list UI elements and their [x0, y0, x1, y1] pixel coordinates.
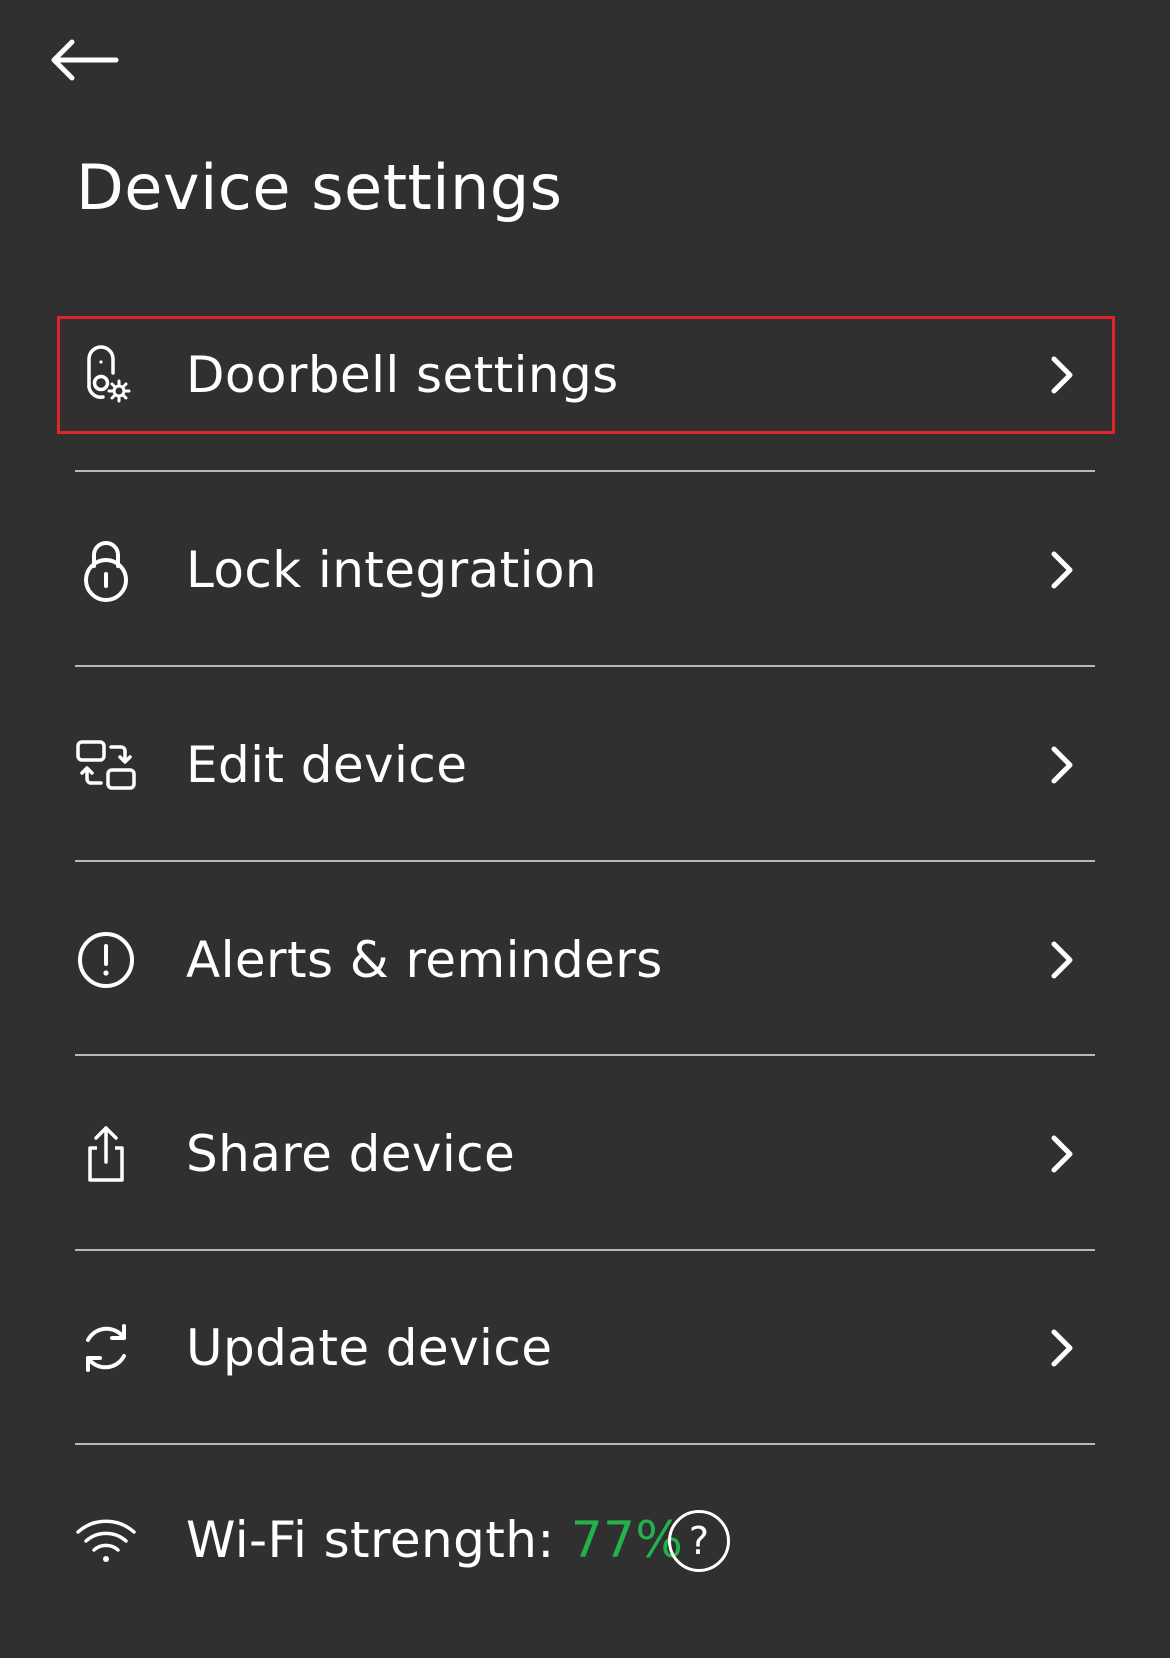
swap-devices-icon	[74, 733, 138, 797]
menu-item-update-device[interactable]: Update device	[74, 1288, 1096, 1408]
page-title: Device settings	[76, 151, 563, 224]
device-settings-page: Device settings Doorbell settings Lock i…	[0, 0, 1170, 1658]
wifi-strength-text: Wi-Fi strength: 77%	[186, 1510, 683, 1570]
help-button[interactable]: ?	[668, 1510, 730, 1572]
menu-item-doorbell-settings[interactable]: Doorbell settings	[74, 315, 1096, 435]
menu-item-share-device[interactable]: Share device	[74, 1094, 1096, 1214]
menu-item-label: Update device	[186, 1319, 553, 1377]
chevron-right-icon	[1051, 1135, 1073, 1173]
divider	[75, 470, 1095, 472]
arrow-left-icon	[51, 39, 119, 81]
padlock-icon	[74, 538, 138, 602]
share-icon	[74, 1122, 138, 1186]
menu-item-label: Edit device	[186, 736, 468, 794]
divider	[75, 1054, 1095, 1056]
chevron-right-icon	[1051, 1329, 1073, 1367]
divider	[75, 665, 1095, 667]
alert-circle-icon	[74, 928, 138, 992]
question-mark-icon: ?	[688, 1519, 710, 1563]
menu-item-alerts-reminders[interactable]: Alerts & reminders	[74, 900, 1096, 1020]
chevron-right-icon	[1051, 356, 1073, 394]
menu-item-lock-integration[interactable]: Lock integration	[74, 510, 1096, 630]
menu-item-label: Share device	[186, 1125, 516, 1183]
refresh-icon	[74, 1316, 138, 1380]
chevron-right-icon	[1051, 551, 1073, 589]
menu-item-edit-device[interactable]: Edit device	[74, 705, 1096, 825]
wifi-strength-label: Wi-Fi strength:	[186, 1511, 555, 1569]
divider	[75, 1443, 1095, 1445]
menu-item-label: Doorbell settings	[186, 346, 619, 404]
wifi-strength-row: Wi-Fi strength: 77% ?	[74, 1480, 1096, 1600]
doorbell-gear-icon	[74, 343, 138, 407]
divider	[75, 860, 1095, 862]
menu-item-label: Lock integration	[186, 541, 597, 599]
wifi-icon	[74, 1508, 138, 1572]
chevron-right-icon	[1051, 746, 1073, 784]
menu-item-label: Alerts & reminders	[186, 931, 663, 989]
chevron-right-icon	[1051, 941, 1073, 979]
wifi-strength-value: 77%	[570, 1511, 684, 1569]
divider	[75, 1249, 1095, 1251]
back-button[interactable]	[44, 32, 124, 88]
